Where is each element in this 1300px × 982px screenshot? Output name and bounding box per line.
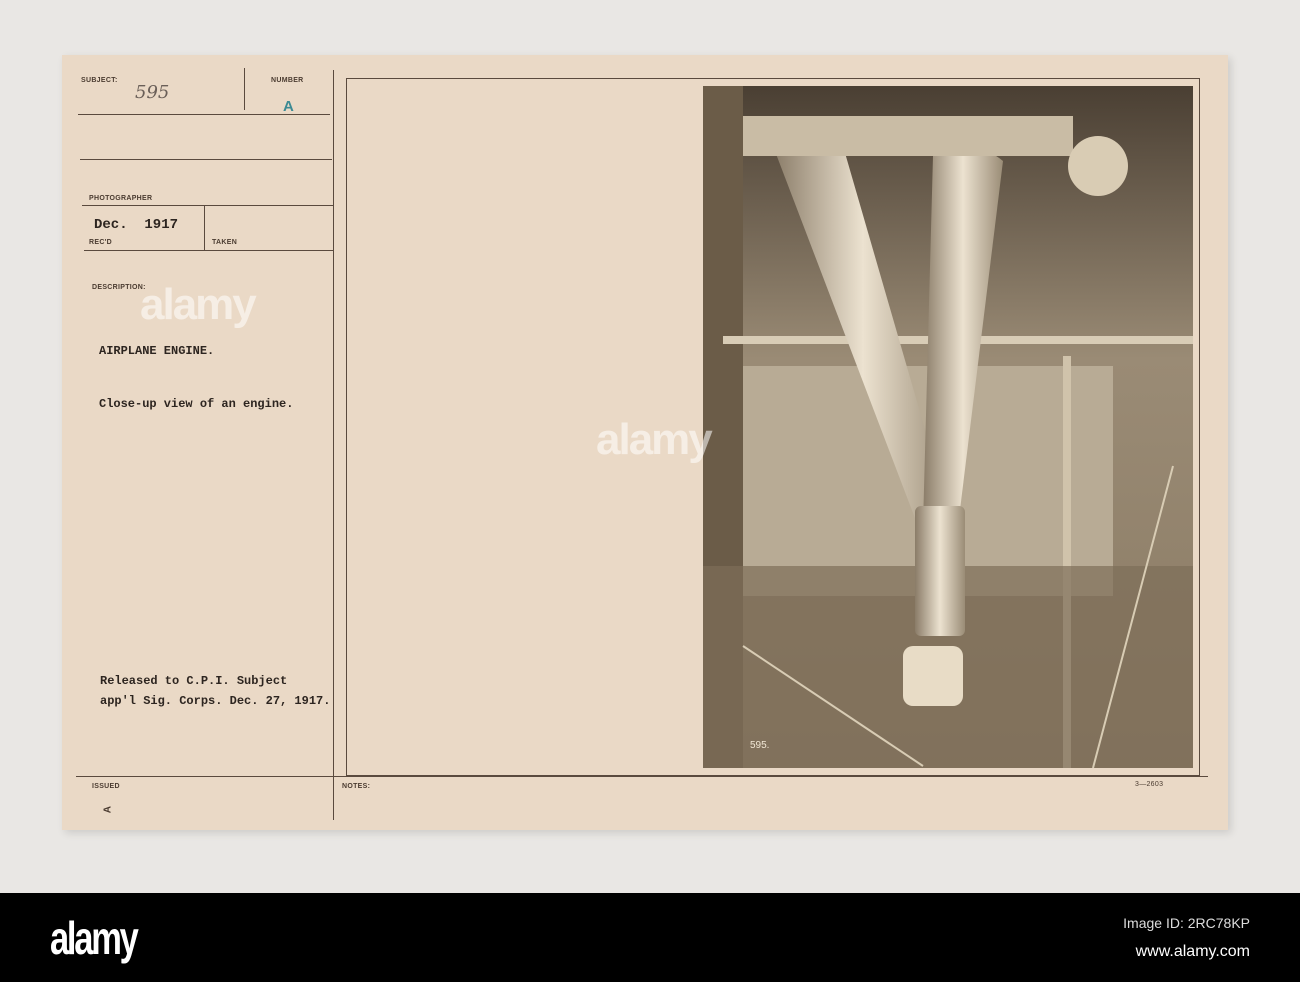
alamy-logo: alamy [50,912,139,964]
divider [333,70,334,820]
photo-caption: 595. [750,740,770,751]
number-value: A [283,98,294,115]
release-line-2: app'l Sig. Corps. Dec. 27, 1917. [100,694,331,708]
notes-label: NOTES: [342,783,371,790]
engine-illustration [703,86,1193,768]
engine-photo: 595. [703,86,1193,768]
subject-label: SUBJECT: [81,77,118,84]
taken-label: TAKEN [212,239,238,246]
divider [84,250,334,251]
recd-date: Dec. 1917 [94,217,179,233]
watermark: alamy [140,280,257,329]
corner-mark: A [102,805,114,814]
divider [204,205,205,250]
description-text: Close-up view of an engine. [99,397,294,411]
divider [78,114,330,115]
photographer-label: PHOTOGRAPHER [89,195,153,202]
alamy-banner: alamy Image ID: 2RC78KP www.alamy.com [0,893,1300,982]
recd-label: REC'D [89,239,112,246]
divider [244,68,245,110]
form-number: 3—2603 [1135,781,1164,788]
image-id: Image ID: 2RC78KP [1123,915,1250,931]
divider [82,205,334,206]
watermark: alamy [596,415,713,464]
description-title: AIRPLANE ENGINE. [99,344,215,358]
subject-value: 595 [135,82,170,103]
issued-label: ISSUED [92,783,120,790]
release-line-1: Released to C.P.I. Subject [100,674,288,688]
number-label: NUMBER [271,77,304,84]
divider [76,776,1208,777]
description-label: DESCRIPTION: [92,284,146,291]
divider [80,159,332,160]
alamy-url[interactable]: www.alamy.com [1136,943,1250,961]
